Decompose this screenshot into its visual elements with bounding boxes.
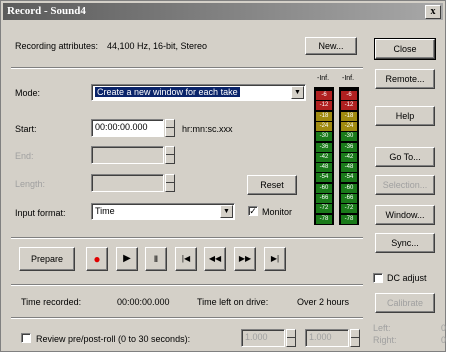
left-label: Left:	[373, 323, 391, 333]
fast-forward-icon[interactable]: ▶▶	[234, 247, 256, 271]
title-bar: Record - Sound4 x	[3, 3, 443, 20]
end-label: End:	[15, 151, 34, 161]
meter-scale-label: -24	[316, 121, 332, 131]
rewind-icon[interactable]: ◀◀	[204, 247, 226, 271]
selection-button[interactable]: Selection...	[375, 175, 435, 195]
divider	[11, 317, 363, 319]
pause-icon[interactable]: Ⅱ	[145, 247, 167, 271]
pre-roll-spinner[interactable]	[286, 329, 296, 347]
meter-scale-label: -18	[341, 111, 357, 121]
review-label: Review pre/post-roll (0 to 30 seconds):	[36, 334, 191, 344]
calibrate-button[interactable]: Calibrate	[375, 293, 435, 313]
length-field[interactable]	[91, 174, 164, 192]
start-field[interactable]: 00:00:00.000	[91, 119, 164, 137]
go-to-button[interactable]: Go To...	[375, 147, 435, 167]
window-button[interactable]: Window...	[375, 205, 435, 225]
play-icon[interactable]: ▶	[116, 247, 138, 271]
input-format-label: Input format:	[15, 208, 66, 218]
start-label: Start:	[15, 124, 37, 134]
meter-scale-label: -18	[316, 111, 332, 121]
time-recorded-label: Time recorded:	[21, 297, 82, 307]
meter-scale-label: -54	[341, 173, 357, 183]
length-spinner[interactable]	[165, 174, 175, 192]
meter-scale-label: -6	[341, 91, 357, 100]
time-recorded-value: 00:00:00.000	[117, 297, 170, 307]
length-label: Length:	[15, 179, 46, 189]
start-format-label: hr:mn:sc.xxx	[182, 124, 233, 134]
review-checkbox[interactable]	[21, 333, 31, 343]
chevron-down-icon[interactable]: ▼	[291, 86, 304, 99]
meter-right-peak: -Inf.	[342, 75, 355, 82]
dc-adjust-checkbox[interactable]	[373, 273, 383, 283]
time-left-value: Over 2 hours	[297, 297, 350, 307]
meter-scale-label: -78	[341, 214, 357, 224]
left-value: 0	[441, 323, 447, 333]
meter-scale-label: -42	[316, 152, 332, 162]
new-button[interactable]: New...	[305, 37, 357, 55]
dc-adjust-label: DC adjust	[387, 273, 427, 283]
meter-scale-label: -24	[341, 121, 357, 131]
mode-value: Create a new window for each take	[95, 87, 240, 97]
input-format-value: Time	[95, 206, 115, 216]
go-to-end-icon[interactable]: ▶|	[264, 247, 286, 271]
meter-scale-label: -72	[316, 204, 332, 214]
meter-scale-label: -36	[341, 142, 357, 152]
remote-button[interactable]: Remote...	[375, 69, 435, 89]
divider	[11, 67, 363, 69]
meter-scale-label: -72	[341, 204, 357, 214]
post-roll-spinner[interactable]	[350, 329, 360, 347]
right-label: Right:	[373, 335, 397, 345]
mode-label: Mode:	[15, 88, 41, 98]
right-value: 0	[441, 335, 447, 345]
pre-roll-field[interactable]: 1.000	[241, 329, 285, 347]
meter-scale-label: -66	[316, 194, 332, 203]
divider	[11, 237, 363, 239]
recording-attributes-label: Recording attributes:	[15, 41, 99, 51]
end-spinner[interactable]	[165, 146, 175, 164]
sync-button[interactable]: Sync...	[375, 233, 435, 253]
close-window-icon[interactable]: x	[425, 5, 441, 19]
time-left-label: Time left on drive:	[197, 297, 269, 307]
end-field[interactable]	[91, 146, 164, 164]
level-meter-left: -6 -12 -18 -24 -30 -36 -42 -48 -54 -60 -66 -72 -78	[314, 87, 334, 225]
record-dialog: Record - Sound4 x Recording attributes: …	[0, 0, 446, 352]
go-to-start-icon[interactable]: |◀	[175, 247, 197, 271]
meter-scale-label: -12	[316, 101, 332, 111]
meter-scale-label: -60	[341, 183, 357, 193]
level-meter-right: -6 -12 -18 -24 -30 -36 -42 -48 -54 -60 -66 -72 -78	[339, 87, 359, 225]
input-format-select[interactable]: Time ▼	[91, 203, 235, 220]
recording-attributes-value: 44,100 Hz, 16-bit, Stereo	[107, 41, 208, 51]
meter-scale-label: -42	[341, 152, 357, 162]
reset-button[interactable]: Reset	[247, 175, 297, 195]
meter-scale-label: -54	[316, 173, 332, 183]
record-icon[interactable]: ●	[86, 247, 108, 271]
meter-scale-label: -78	[316, 214, 332, 224]
monitor-checkbox[interactable]: ✓	[248, 206, 258, 216]
post-roll-field[interactable]: 1.000	[305, 329, 349, 347]
chevron-down-icon[interactable]: ▼	[220, 205, 233, 218]
meter-scale-label: -66	[341, 194, 357, 203]
meter-scale-label: -30	[341, 132, 357, 142]
meter-scale-label: -30	[316, 132, 332, 142]
help-button[interactable]: Help	[375, 106, 435, 126]
monitor-label: Monitor	[262, 207, 293, 217]
close-button[interactable]: Close	[374, 38, 436, 60]
meter-scale-label: -36	[316, 142, 332, 152]
meter-scale-label: -6	[316, 91, 332, 100]
meter-scale-label: -48	[341, 163, 357, 173]
meter-left-peak: -Inf.	[317, 75, 330, 82]
start-spinner[interactable]	[165, 119, 175, 137]
meter-scale-label: -48	[316, 163, 332, 173]
divider	[11, 284, 363, 286]
meter-scale-label: -12	[341, 101, 357, 111]
window-title: Record - Sound4	[7, 5, 86, 17]
mode-select[interactable]: Create a new window for each take ▼	[91, 84, 306, 101]
prepare-button[interactable]: Prepare	[19, 247, 75, 271]
meter-scale-label: -60	[316, 183, 332, 193]
